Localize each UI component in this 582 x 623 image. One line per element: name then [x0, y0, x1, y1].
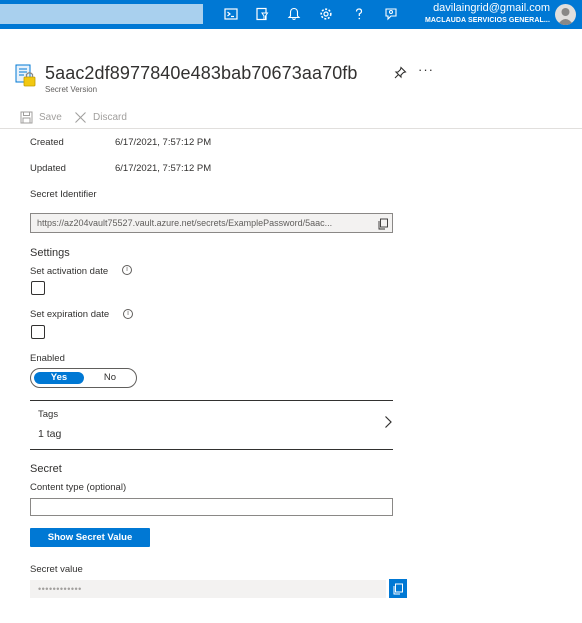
- activation-date-checkbox[interactable]: [31, 281, 45, 295]
- page-title: 5aac2df8977840e483bab70673aa70fb: [45, 63, 358, 83]
- tags-label: Tags: [38, 409, 59, 420]
- cloud-shell-icon[interactable]: [223, 6, 239, 22]
- content-type-input[interactable]: [30, 498, 393, 516]
- save-button[interactable]: Save: [20, 111, 62, 124]
- feedback-icon[interactable]: [383, 6, 399, 22]
- help-icon[interactable]: [351, 6, 367, 22]
- notifications-icon[interactable]: [286, 6, 302, 22]
- settings-heading: Settings: [30, 247, 70, 259]
- command-bar: Save Discard: [0, 108, 582, 129]
- content-type-label: Content type (optional): [30, 482, 127, 493]
- discard-button[interactable]: Discard: [74, 111, 127, 124]
- account-email: davilaingrid@gmail.com: [433, 2, 550, 14]
- save-label: Save: [39, 112, 62, 123]
- enabled-label: Enabled: [30, 353, 65, 364]
- tags-row[interactable]: Tags 1 tag: [30, 401, 393, 449]
- expiration-date-checkbox[interactable]: [31, 325, 45, 339]
- discard-label: Discard: [93, 112, 127, 123]
- tags-value: 1 tag: [38, 428, 62, 440]
- more-options-icon[interactable]: ···: [418, 62, 434, 77]
- info-icon[interactable]: i: [122, 265, 132, 275]
- account-directory: MACLAUDA SERVICIOS GENERAL...: [424, 17, 550, 24]
- pin-icon[interactable]: [393, 66, 407, 80]
- directory-filter-icon[interactable]: [254, 6, 270, 22]
- show-secret-value-button[interactable]: Show Secret Value: [30, 528, 150, 547]
- info-icon[interactable]: i: [123, 309, 133, 319]
- secret-heading: Secret: [30, 463, 62, 475]
- save-icon: [20, 111, 33, 124]
- enabled-toggle: Yes No: [30, 368, 137, 388]
- secret-version-icon: [15, 64, 37, 88]
- copy-identifier-icon[interactable]: [377, 217, 389, 230]
- chevron-right-icon[interactable]: [383, 415, 393, 429]
- global-search-input[interactable]: [0, 4, 203, 24]
- secret-identifier-label: Secret Identifier: [30, 189, 97, 200]
- secret-identifier-value: https://az204vault75527.vault.azure.net/…: [37, 218, 333, 228]
- created-value: 6/17/2021, 7:57:12 PM: [115, 137, 212, 148]
- updated-value: 6/17/2021, 7:57:12 PM: [115, 163, 212, 174]
- enabled-no-option[interactable]: No: [86, 372, 134, 384]
- discard-icon: [75, 112, 86, 123]
- secret-value-masked: ••••••••••••: [38, 584, 82, 594]
- divider: [30, 449, 393, 450]
- top-navigation-bar: davilaingrid@gmail.com MACLAUDA SERVICIO…: [0, 0, 582, 29]
- secret-value-label: Secret value: [30, 564, 83, 575]
- page-subtitle: Secret Version: [45, 85, 98, 94]
- account-info[interactable]: davilaingrid@gmail.com MACLAUDA SERVICIO…: [425, 2, 550, 26]
- activation-date-label: Set activation date: [30, 266, 109, 277]
- copy-secret-button[interactable]: [389, 579, 407, 598]
- created-label: Created: [30, 137, 64, 148]
- secret-identifier-field[interactable]: https://az204vault75527.vault.azure.net/…: [30, 213, 393, 233]
- updated-label: Updated: [30, 163, 66, 174]
- settings-icon[interactable]: [318, 6, 334, 22]
- enabled-yes-option[interactable]: Yes: [34, 372, 84, 384]
- copy-icon: [393, 583, 403, 594]
- secret-value-field[interactable]: ••••••••••••: [30, 580, 386, 598]
- avatar[interactable]: [555, 4, 576, 25]
- expiration-date-label: Set expiration date: [30, 309, 110, 320]
